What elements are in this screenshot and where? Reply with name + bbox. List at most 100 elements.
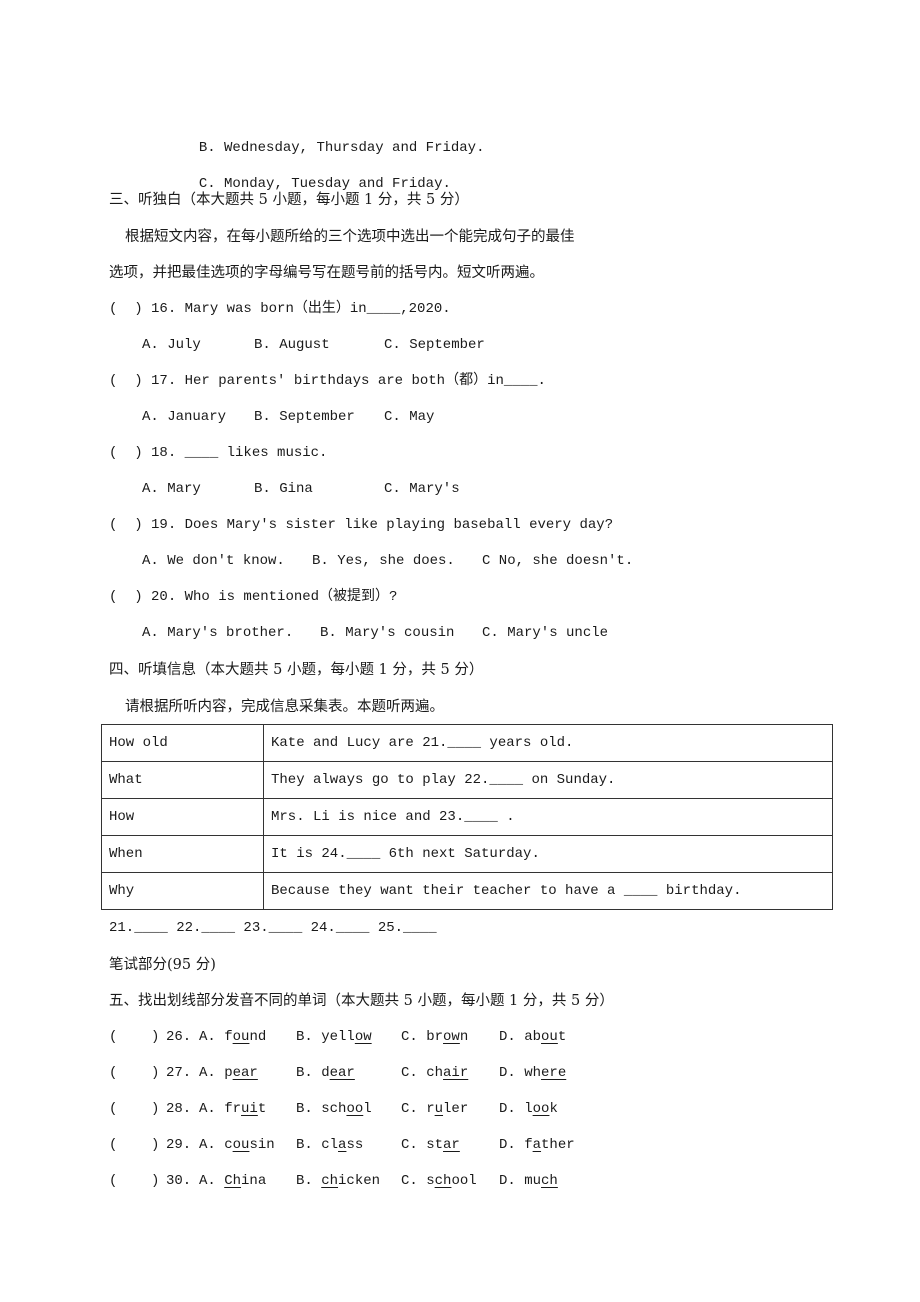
word-prefix: ch <box>426 1065 444 1081</box>
option-a: A. pear <box>199 1063 258 1083</box>
option-label: A. <box>199 1137 216 1153</box>
word-prefix: r <box>426 1101 435 1117</box>
question-20: ( ) 20. Who is mentioned（被提到）? <box>109 587 397 607</box>
option-a: A. China <box>199 1171 266 1191</box>
answer-bracket[interactable]: ( ) <box>109 1099 159 1119</box>
question-number: 27. <box>166 1065 192 1081</box>
row-value: Because they want their teacher to have … <box>263 872 833 910</box>
question-number: 28. <box>166 1101 192 1117</box>
question-18: ( ) 18. ____ likes music. <box>109 443 327 463</box>
answer-line: 21.____ 22.____ 23.____ 24.____ 25.____ <box>109 920 437 936</box>
question-text: 17. Her parents' birthdays are both（都）in… <box>151 373 546 389</box>
word-suffix: ool <box>451 1173 477 1189</box>
section4-instruction: 请根据所听内容，完成信息采集表。本题听两遍。 <box>125 699 444 715</box>
row-value: Mrs. Li is nice and 23.____ . <box>263 798 833 836</box>
word-suffix: ina <box>241 1173 267 1189</box>
underlined-letters: ere <box>541 1065 567 1081</box>
option-label: B. <box>296 1101 313 1117</box>
word-suffix: nd <box>249 1029 267 1045</box>
option-label: C. <box>401 1029 418 1045</box>
section3-instruction-2: 选项，并把最佳选项的字母编号写在题号前的括号内。短文听两遍。 <box>109 265 544 281</box>
option-c: C. school <box>401 1171 477 1191</box>
answer-bracket[interactable]: ( ) <box>109 373 143 389</box>
question-16: ( ) 16. Mary was born（出生）in____,2020. <box>109 299 451 319</box>
option-label: C. <box>401 1101 418 1117</box>
option-b: B. class <box>296 1135 363 1155</box>
option-label: D. <box>499 1065 516 1081</box>
answer-bracket[interactable]: ( ) <box>109 1135 159 1155</box>
underlined-letters: oo <box>532 1101 550 1117</box>
option-a: A. cousin <box>199 1135 275 1155</box>
section5-heading: 五、找出划线部分发音不同的单词（本大题共 5 小题，每小题 1 分，共 5 分） <box>109 993 614 1009</box>
table-row: What They always go to play 22.____ on Su… <box>101 761 833 799</box>
option-d: D. much <box>499 1171 558 1191</box>
row-value: They always go to play 22.____ on Sunday… <box>263 761 833 799</box>
option-a: A. Mary <box>142 481 201 497</box>
answer-bracket[interactable]: ( ) <box>109 1063 159 1083</box>
option-c: C No, she doesn't. <box>482 553 634 569</box>
option-b: B. dear <box>296 1063 355 1083</box>
word-prefix: p <box>224 1065 233 1081</box>
row-key: When <box>101 835 264 873</box>
option-label: B. <box>296 1173 313 1189</box>
answer-bracket[interactable]: ( ) <box>109 445 143 461</box>
word-prefix: fr <box>224 1101 242 1117</box>
word-suffix: ler <box>443 1101 469 1117</box>
option-label: C. <box>401 1137 418 1153</box>
word-prefix: ab <box>524 1029 542 1045</box>
word-suffix: t <box>557 1029 567 1045</box>
table-row: How old Kate and Lucy are 21.____ years o… <box>101 724 833 762</box>
option-label: D. <box>499 1137 516 1153</box>
answer-bracket[interactable]: ( ) <box>109 517 143 533</box>
word-prefix: f <box>524 1137 533 1153</box>
option-d: D. father <box>499 1135 575 1155</box>
underlined-letters: a <box>532 1137 542 1153</box>
option-label: C. <box>401 1065 418 1081</box>
underlined-letters: ow <box>443 1029 460 1045</box>
underlined-letters: ar <box>443 1137 460 1153</box>
word-suffix: k <box>549 1101 558 1117</box>
option-label: A. <box>199 1029 216 1045</box>
option-b: B. school <box>296 1099 372 1119</box>
word-prefix: st <box>426 1137 444 1153</box>
underlined-letters: ear <box>232 1065 258 1081</box>
word-suffix: ther <box>541 1137 575 1153</box>
prev-option-c: C. Monday, Tuesday and Friday. <box>182 154 451 194</box>
word-prefix: yell <box>321 1029 355 1045</box>
option-label: B. <box>296 1029 313 1045</box>
option-label: D. <box>499 1101 516 1117</box>
option-b: B. August <box>254 337 330 353</box>
question-text: 16. Mary was born（出生）in____,2020. <box>151 301 451 317</box>
option-label: B. <box>296 1137 313 1153</box>
row-key: Why <box>101 872 264 910</box>
option-label: B. <box>296 1065 313 1081</box>
table-row: When It is 24.____ 6th next Saturday. <box>101 835 833 873</box>
option-c: C. ruler <box>401 1099 468 1119</box>
answer-bracket[interactable]: ( ) <box>109 301 143 317</box>
option-a: A. fruit <box>199 1099 266 1119</box>
table-row: Why Because they want their teacher to ha… <box>101 872 833 910</box>
question-number: 29. <box>166 1137 192 1153</box>
word-prefix: sch <box>321 1101 347 1117</box>
question-text: 20. Who is mentioned（被提到）? <box>151 589 398 605</box>
option-a: A. Mary's brother. <box>142 625 294 641</box>
option-b: B. Mary's cousin <box>320 625 455 641</box>
row-key: How <box>101 798 264 836</box>
question-text: 18. ____ likes music. <box>151 445 328 461</box>
question-number: 30. <box>166 1173 192 1189</box>
answer-bracket[interactable]: ( ) <box>109 1171 159 1191</box>
section3-heading: 三、听独白（本大题共 5 小题，每小题 1 分，共 5 分） <box>109 192 469 208</box>
answer-bracket[interactable]: ( ) <box>109 589 143 605</box>
answer-bracket[interactable]: ( ) <box>109 1027 159 1047</box>
option-c: C. chair <box>401 1063 468 1083</box>
word-suffix: icken <box>338 1173 381 1189</box>
option-c: C. brown <box>401 1027 468 1047</box>
underlined-letters: ow <box>354 1029 372 1045</box>
option-d: D. about <box>499 1027 566 1047</box>
question-number: 26. <box>166 1029 192 1045</box>
option-label: C. <box>401 1173 418 1189</box>
section3-instruction-1: 根据短文内容，在每小题所给的三个选项中选出一个能完成句子的最佳 <box>125 229 575 245</box>
word-prefix: wh <box>524 1065 542 1081</box>
row-value: Kate and Lucy are 21.____ years old. <box>263 724 833 762</box>
word-prefix: d <box>321 1065 330 1081</box>
